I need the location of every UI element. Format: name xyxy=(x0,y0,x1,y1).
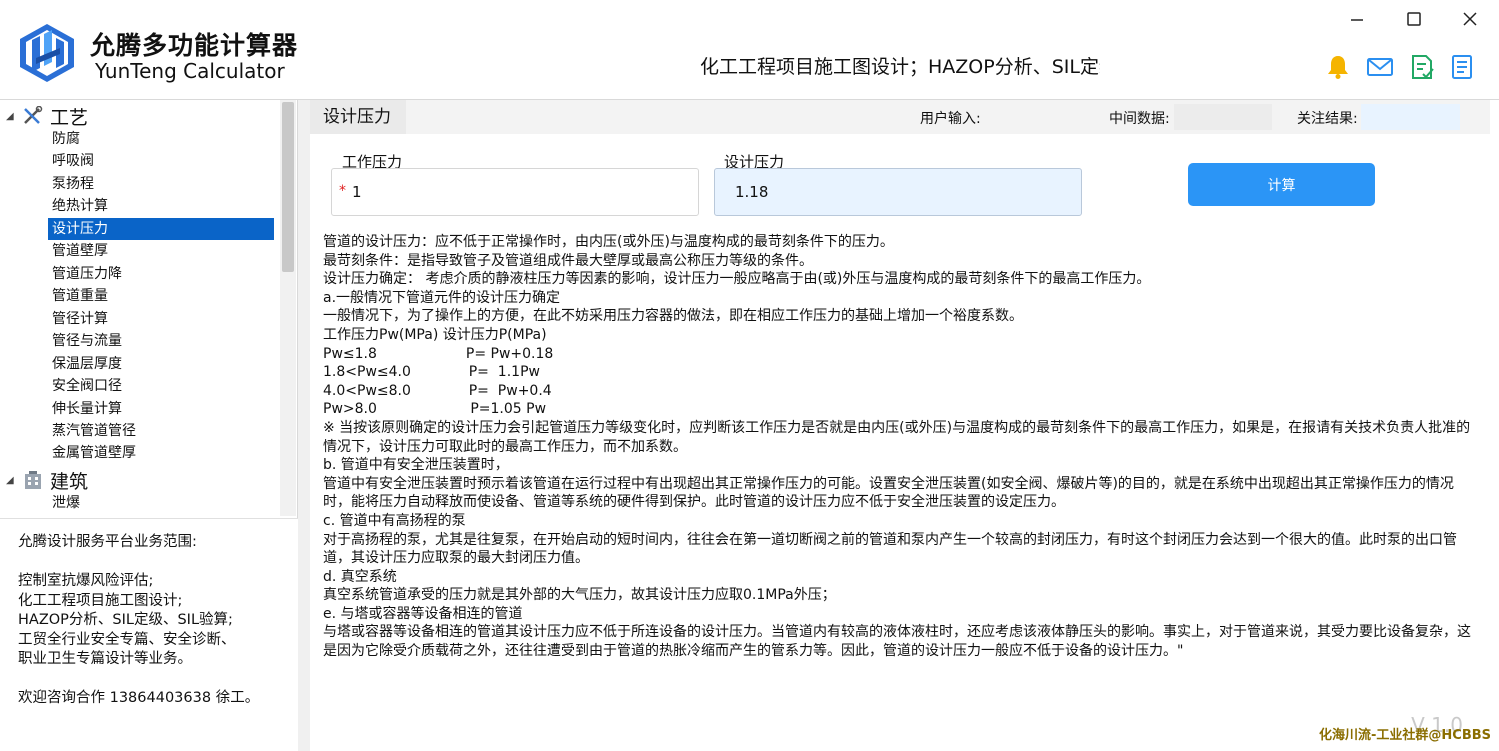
legend-result-swatch xyxy=(1361,104,1460,130)
tree-item-metal-pipe-wall[interactable]: 金属管道壁厚 xyxy=(48,442,274,464)
sidebar: ◢ 工艺 防腐 呼吸阀 泵扬程 绝热计算 设计压力 管道壁厚 管道压力降 管道重… xyxy=(0,100,298,751)
working-pressure-value: 1 xyxy=(352,183,362,201)
desc-line: Pw>8.0 P=1.05 Pw xyxy=(323,401,547,418)
tree-item-pipe-diameter[interactable]: 管径计算 xyxy=(48,308,274,330)
design-pressure-value: 1.18 xyxy=(735,183,769,201)
app-subtitle: YunTeng Calculator xyxy=(95,59,285,83)
tree-item-explosion-venting[interactable]: 泄爆 xyxy=(48,492,274,514)
expand-arrow-icon[interactable]: ◢ xyxy=(6,111,20,122)
watermark: 化海川流-工业社群@HCBBS xyxy=(1319,728,1491,743)
legend-user-input: 用户输入: xyxy=(920,111,981,127)
calculate-button[interactable]: 计算 xyxy=(1188,163,1375,206)
desc-line: b. 管道中有安全泄压装置时， xyxy=(323,457,509,474)
minimize-icon xyxy=(1351,19,1363,21)
close-icon xyxy=(1463,12,1477,26)
tree-group-process[interactable]: ◢ 工艺 xyxy=(6,104,89,129)
business-info-panel: 允腾设计服务平台业务范围: 控制室抗爆风险评估; 化工工程项目施工图设计; HA… xyxy=(0,518,298,751)
close-button[interactable] xyxy=(1455,6,1485,32)
tree-item-safety-valve-size[interactable]: 安全阀口径 xyxy=(48,375,274,397)
app-title: 允腾多功能计算器 xyxy=(90,31,299,60)
legend-user-input-swatch xyxy=(987,104,1097,130)
working-pressure-input[interactable]: * 1 xyxy=(331,168,699,216)
scrolling-banner: 化工工程项目施工图设计；HAZOP分析、SIL定级、SIL验算 xyxy=(700,56,1100,78)
desc-line: Pw≤1.8 P= Pw+0.18 xyxy=(323,345,554,362)
maximize-icon xyxy=(1407,12,1421,26)
notes-icon[interactable] xyxy=(1448,53,1476,81)
desc-line: ※ 当按该原则确定的设计压力会引起管道压力等级变化时，应判断该工作压力是否就是由… xyxy=(323,419,1471,455)
bell-icon[interactable] xyxy=(1324,53,1352,81)
design-pressure-output: 1.18 xyxy=(714,168,1082,216)
tree-scrollbar-thumb[interactable] xyxy=(282,102,294,272)
tree-group-label: 工艺 xyxy=(50,106,89,129)
legend-intermediate-swatch xyxy=(1174,104,1272,130)
tree-item-breather-valve[interactable]: 呼吸阀 xyxy=(48,150,274,172)
desc-line: 最苛刻条件：是指导致管子及管道组成件最大壁厚或最高公称压力等级的条件。 xyxy=(323,252,813,269)
page-title: 设计压力 xyxy=(310,100,406,134)
info-line: 允腾设计服务平台业务范围: xyxy=(18,534,197,550)
tree-item-pipe-pressure-drop[interactable]: 管道压力降 xyxy=(48,263,274,285)
info-line: 工贸全行业安全专篇、安全诊断、 xyxy=(18,631,236,648)
desc-line: 工作压力Pw(MPa) 设计压力P(MPa) xyxy=(323,326,547,343)
main-panel: 设计压力 用户输入: 中间数据: 关注结果: 工作压力 * 1 设计压力 1.1… xyxy=(310,100,1499,751)
desc-line: 设计压力确定： 考虑介质的静液柱压力等因素的影响，设计压力一般应略高于由(或)外… xyxy=(323,271,1151,288)
desc-line: 一般情况下，为了操作上的方便，在此不妨采用压力容器的做法，即在相应工作压力的基础… xyxy=(323,308,1023,325)
required-mark: * xyxy=(339,183,346,199)
info-line xyxy=(18,553,298,573)
legend-intermediate: 中间数据: xyxy=(1109,111,1170,127)
tree-item-pipe-wall-thickness[interactable]: 管道壁厚 xyxy=(48,240,274,262)
desc-line: 与塔或容器等设备相连的管道其设计压力应不低于所连设备的设计压力。当管道内有较高的… xyxy=(323,624,1471,660)
tree-group-building[interactable]: ◢ 建筑 xyxy=(6,468,89,493)
app-header: 允腾多功能计算器 YunTeng Calculator 化工工程项目施工图设计；… xyxy=(0,0,1499,100)
desc-line: 4.0<Pw≤8.0 P= Pw+0.4 xyxy=(323,382,552,399)
tree-item-elongation[interactable]: 伸长量计算 xyxy=(48,398,274,420)
tree-item-diameter-flow[interactable]: 管径与流量 xyxy=(48,330,274,352)
desc-line: 管道的设计压力：应不低于正常操作时，由内压(或外压)与温度构成的最苛刻条件下的压… xyxy=(323,234,894,250)
desc-line: 真空系统管道承受的压力就是其外部的大气压力，故其设计压力应取0.1MPa外压； xyxy=(323,587,836,604)
info-line: 化工工程项目施工图设计; xyxy=(18,592,183,609)
desc-line: 对于高扬程的泵，尤其是往复泵，在开始启动的短时间内，往往会在第一道切断阀之前的管… xyxy=(323,531,1457,567)
tree-item-insulation-calc[interactable]: 绝热计算 xyxy=(48,195,274,217)
description-text: 管道的设计压力：应不低于正常操作时，由内压(或外压)与温度构成的最苛刻条件下的压… xyxy=(323,233,1473,661)
calculator-topbar: 设计压力 用户输入: 中间数据: 关注结果: xyxy=(310,100,1490,134)
desc-line: 管道中有安全泄压装置时预示着该管道在运行过程中有出现超出其正常操作压力的可能。设… xyxy=(323,475,1454,511)
tree-item-pump-head[interactable]: 泵扬程 xyxy=(48,173,274,195)
desc-line: e. 与塔或容器等设备相连的管道 xyxy=(323,605,523,622)
info-line: 职业卫生专篇设计等业务。 xyxy=(18,651,192,667)
desc-line: 1.8<Pw≤4.0 P= 1.1Pw xyxy=(323,364,540,381)
tree-item-design-pressure[interactable]: 设计压力 xyxy=(48,218,274,240)
desc-line: d. 真空系统 xyxy=(323,568,397,585)
mail-icon[interactable] xyxy=(1366,53,1394,81)
app-window: 允腾多功能计算器 YunTeng Calculator 化工工程项目施工图设计；… xyxy=(0,0,1499,751)
info-line: 控制室抗爆风险评估; xyxy=(18,573,154,589)
minimize-button[interactable] xyxy=(1342,6,1372,32)
tree-scrollbar[interactable] xyxy=(280,100,296,516)
info-line xyxy=(18,670,298,690)
expand-arrow-icon[interactable]: ◢ xyxy=(6,475,20,486)
info-line: HAZOP分析、SIL定级、SIL验算; xyxy=(18,612,233,628)
legend-result: 关注结果: xyxy=(1297,111,1358,127)
document-check-icon[interactable] xyxy=(1408,53,1436,81)
maximize-button[interactable] xyxy=(1399,6,1429,32)
building-icon xyxy=(25,471,41,489)
desc-line: c. 管道中有高扬程的泵 xyxy=(323,512,466,529)
function-tree: ◢ 工艺 防腐 呼吸阀 泵扬程 绝热计算 设计压力 管道壁厚 管道压力降 管道重… xyxy=(0,100,298,516)
desc-line: a.一般情况下管道元件的设计压力确定 xyxy=(323,289,561,306)
app-logo xyxy=(20,24,74,82)
tools-icon xyxy=(24,106,43,124)
info-line: 欢迎咨询合作 13864403638 徐工。 xyxy=(18,690,260,706)
tree-group-label: 建筑 xyxy=(50,470,89,493)
tree-item-pipe-weight[interactable]: 管道重量 xyxy=(48,285,274,307)
tree-item-insulation-thickness[interactable]: 保温层厚度 xyxy=(48,353,274,375)
tree-item-anticorrosion[interactable]: 防腐 xyxy=(48,128,274,150)
tree-item-steam-pipe-diameter[interactable]: 蒸汽管道管径 xyxy=(48,420,274,442)
